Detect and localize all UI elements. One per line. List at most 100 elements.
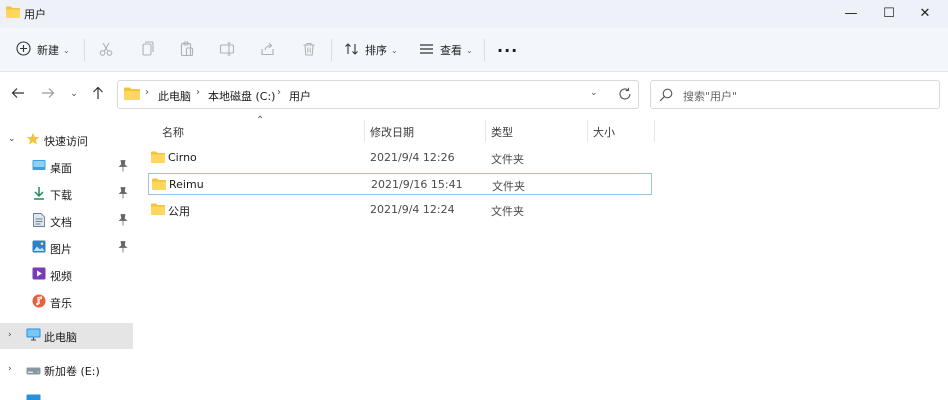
nav-item-label: 音乐	[50, 297, 72, 310]
chevron-right-icon[interactable]: ›	[8, 330, 12, 340]
document-icon	[33, 213, 45, 230]
breadcrumb-separator: ›	[145, 87, 149, 98]
file-type: 文件夹	[491, 205, 524, 218]
breadcrumb-this-pc[interactable]: 此电脑	[158, 88, 191, 104]
table-row[interactable]: Reimu 2021/9/16 15:41 文件夹	[148, 173, 652, 195]
table-row[interactable]: Cirno 2021/9/4 12:26 文件夹	[148, 147, 652, 169]
nav-item-music[interactable]: 音乐	[0, 289, 133, 315]
pin-icon[interactable]	[118, 160, 128, 175]
view-button[interactable]: 查看 ⌄	[419, 36, 473, 64]
copy-button[interactable]	[139, 36, 155, 64]
close-icon: ✕	[919, 5, 931, 21]
nav-item-downloads[interactable]: 下载	[0, 181, 133, 207]
video-icon	[32, 267, 46, 283]
chevron-right-icon[interactable]: ›	[8, 364, 12, 374]
column-header-type[interactable]: 类型	[491, 124, 513, 140]
nav-quick-access[interactable]: ⌄ 快速访问	[0, 127, 133, 153]
rename-button[interactable]	[219, 36, 235, 64]
trash-icon	[301, 41, 317, 60]
copy-icon	[139, 40, 155, 60]
file-modified: 2021/9/4 12:24	[370, 203, 455, 216]
chevron-down-icon[interactable]: ⌄	[8, 134, 16, 144]
search-input[interactable]: 搜索"用户"	[683, 88, 737, 104]
sort-button[interactable]: 排序 ⌄	[344, 36, 398, 64]
column-header-size[interactable]: 大小	[593, 124, 615, 140]
breadcrumb-separator: ›	[277, 87, 281, 98]
file-name: Reimu	[169, 178, 204, 191]
more-options-button[interactable]: ···	[497, 36, 518, 64]
column-header-modified[interactable]: 修改日期	[370, 124, 414, 140]
folder-icon	[152, 178, 166, 193]
drive-icon	[26, 365, 41, 378]
column-divider[interactable]	[364, 120, 365, 142]
share-button[interactable]	[260, 36, 276, 64]
chevron-down-icon: ⌄	[70, 89, 78, 99]
file-type: 文件夹	[492, 180, 525, 193]
paste-button[interactable]	[179, 36, 195, 64]
file-modified: 2021/9/16 15:41	[371, 178, 463, 191]
command-bar: 新建 ⌄ 排序 ⌄ 查看 ⌄ ···	[0, 28, 948, 72]
nav-this-pc[interactable]: › 此电脑	[0, 323, 133, 349]
column-divider[interactable]	[654, 120, 655, 142]
search-box[interactable]: 搜索"用户"	[650, 80, 940, 109]
scissors-icon	[98, 41, 114, 60]
pin-icon[interactable]	[118, 214, 128, 229]
nav-item-label: 图片	[50, 243, 72, 256]
chevron-down-icon: ⌄	[466, 45, 473, 55]
close-button[interactable]: ✕	[902, 0, 948, 26]
sort-icon	[344, 42, 359, 59]
table-row[interactable]: 公用 2021/9/4 12:24 文件夹	[148, 199, 652, 221]
up-button[interactable]	[89, 85, 107, 103]
title-bar: 用户 — ☐ ✕	[0, 0, 948, 28]
file-list: ⌃ 名称 修改日期 类型 大小 Cirno 2021/9/4 12:26 文件夹…	[133, 115, 948, 400]
breadcrumb-users[interactable]: 用户	[289, 88, 311, 104]
recent-locations-button[interactable]: ⌄	[65, 85, 83, 103]
folder-icon	[151, 203, 165, 218]
file-type: 文件夹	[491, 153, 524, 166]
star-icon	[26, 132, 40, 149]
new-label: 新建	[37, 44, 59, 57]
file-name: Cirno	[168, 151, 197, 164]
breadcrumb-local-disk[interactable]: 本地磁盘 (C:)	[208, 88, 275, 104]
pin-icon[interactable]	[118, 241, 128, 256]
delete-button[interactable]	[301, 36, 317, 64]
view-label: 查看	[440, 44, 462, 57]
nav-item-label: 桌面	[50, 162, 72, 175]
window-title: 用户	[24, 8, 46, 21]
forward-button[interactable]	[39, 85, 57, 103]
sort-label: 排序	[365, 44, 387, 57]
nav-item-desktop[interactable]: 桌面	[0, 154, 133, 180]
navigation-pane: ⌄ 快速访问 桌面 下载 文档 图片 视频 音乐 › 此电脑 › 新加卷 (E:…	[0, 117, 133, 400]
refresh-icon[interactable]	[618, 87, 632, 104]
file-name: 公用	[168, 205, 190, 218]
toolbar-divider	[484, 39, 485, 61]
address-bar[interactable]: › 此电脑 › 本地磁盘 (C:) › 用户 ⌄	[117, 80, 639, 109]
paste-icon	[179, 40, 195, 60]
share-icon	[260, 41, 276, 60]
picture-icon	[32, 240, 46, 256]
arrow-left-icon	[11, 87, 25, 102]
nav-drive-e[interactable]: › 新加卷 (E:)	[0, 357, 133, 383]
column-divider[interactable]	[485, 120, 486, 142]
column-divider[interactable]	[587, 120, 588, 142]
back-button[interactable]	[9, 85, 27, 103]
nav-item-videos[interactable]: 视频	[0, 262, 133, 288]
search-icon	[659, 88, 673, 105]
cut-button[interactable]	[98, 36, 114, 64]
pin-icon[interactable]	[118, 187, 128, 202]
folder-icon	[6, 6, 20, 21]
nav-item-documents[interactable]: 文档	[0, 208, 133, 234]
column-header-name[interactable]: 名称	[162, 124, 184, 140]
address-history-icon[interactable]: ⌄	[590, 88, 598, 98]
nav-network[interactable]	[0, 389, 133, 400]
desktop-icon	[32, 159, 46, 174]
toolbar-divider	[331, 39, 332, 61]
toolbar-divider	[84, 39, 85, 61]
chevron-down-icon: ⌄	[391, 45, 398, 55]
more-icon: ···	[497, 40, 519, 60]
new-button[interactable]: 新建 ⌄	[16, 36, 70, 64]
nav-item-pictures[interactable]: 图片	[0, 235, 133, 261]
folder-icon	[151, 151, 165, 166]
rename-icon	[219, 41, 235, 60]
chevron-down-icon: ⌄	[63, 45, 70, 55]
